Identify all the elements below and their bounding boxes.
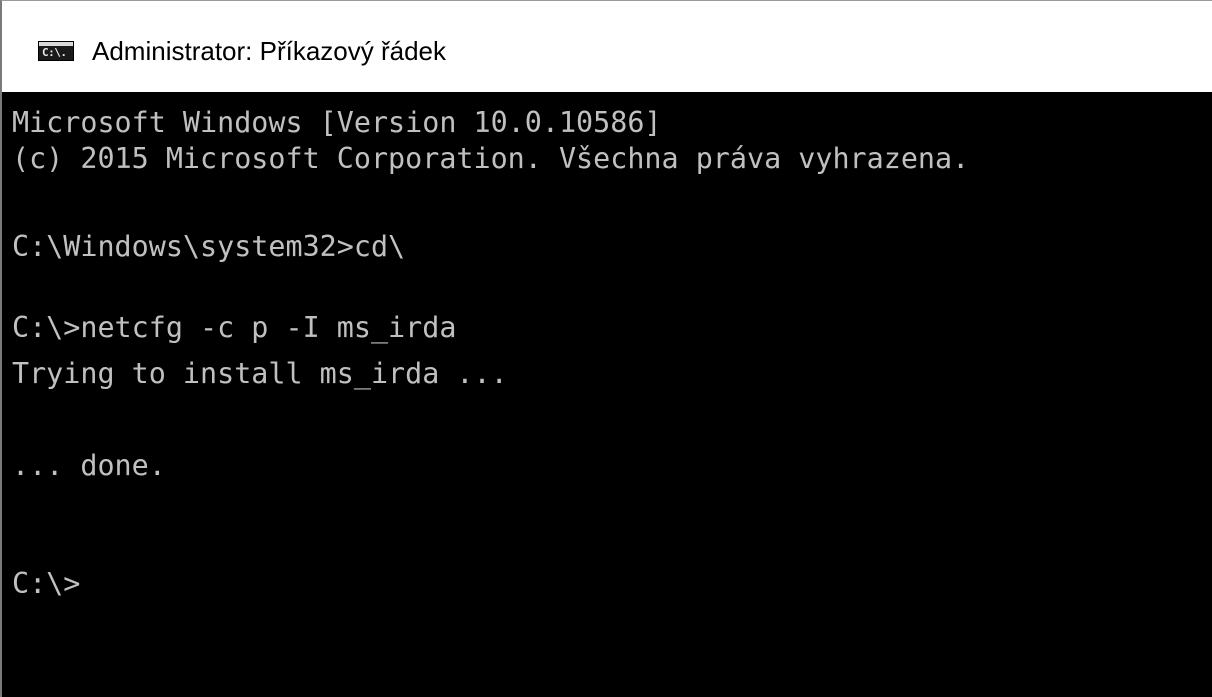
console-line: Trying to install ms_irda ... — [12, 357, 508, 390]
cmd-icon-text: C:\. — [42, 46, 67, 59]
console-line: C:\Windows\system32>cd\ — [12, 230, 406, 263]
window-title: Administrator: Příkazový řádek — [92, 36, 447, 66]
console-line: ... done. — [12, 449, 166, 482]
console-line: C:\>netcfg -c p -I ms_irda — [12, 311, 457, 344]
console-line: Microsoft Windows [Version 10.0.10586] — [12, 106, 662, 139]
console-line: (c) 2015 Microsoft Corporation. Všechna … — [12, 142, 970, 175]
prompt-line[interactable]: C:\> — [12, 567, 80, 601]
title-bar[interactable]: C:\. Administrator: Příkazový řádek — [2, 1, 1212, 92]
command-prompt-window: C:\. Administrator: Příkazový řádek Micr… — [0, 0, 1212, 697]
console-area[interactable]: Microsoft Windows [Version 10.0.10586] (… — [2, 92, 1212, 697]
cmd-icon[interactable]: C:\. — [38, 41, 74, 61]
prompt-text: C:\> — [12, 567, 81, 600]
